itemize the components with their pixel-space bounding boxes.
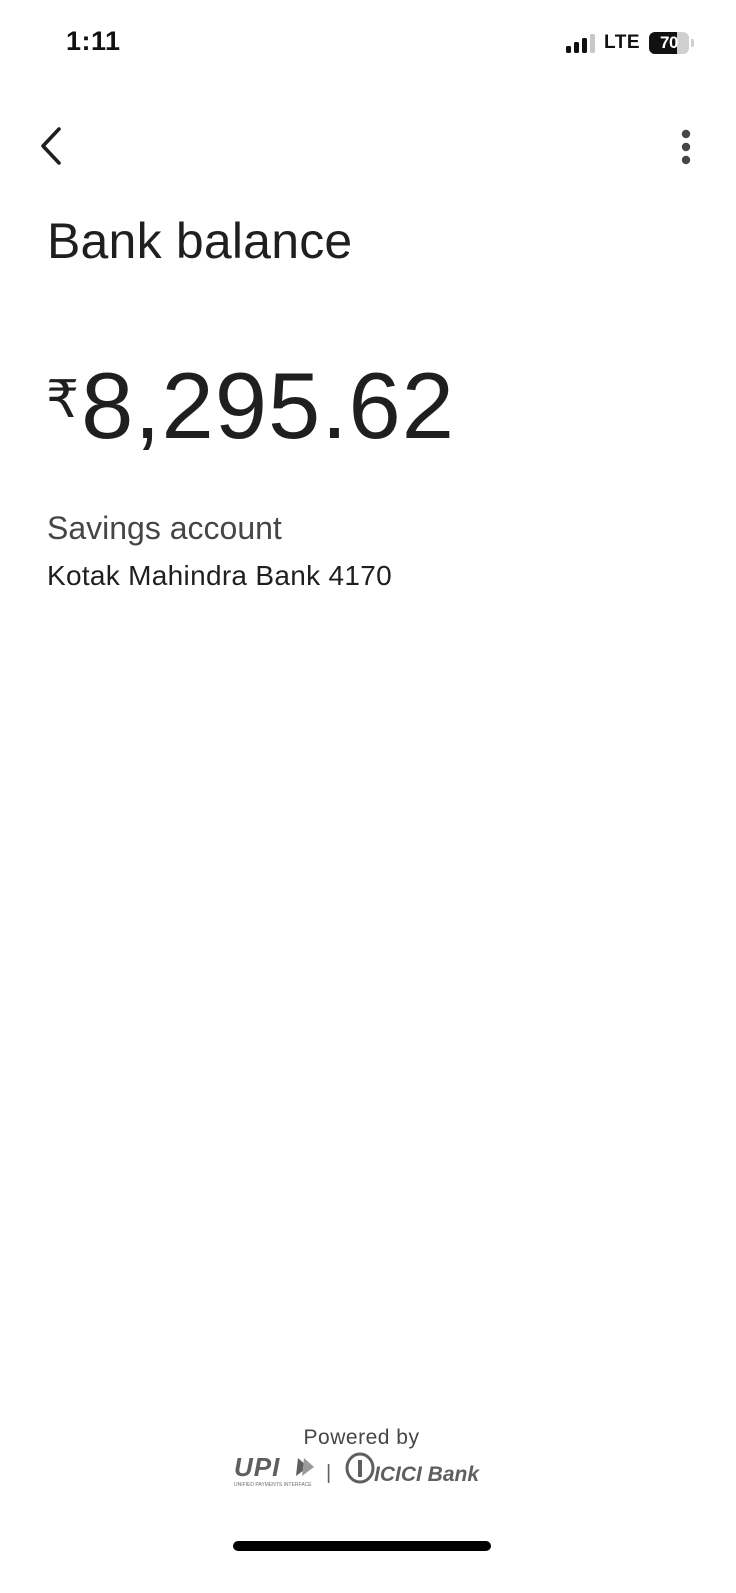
signal-bar: [582, 38, 588, 53]
battery-cap: [691, 39, 694, 47]
balance-display: ₹ 8,295.62: [46, 356, 455, 456]
battery-icon: 70: [649, 32, 689, 54]
signal-strength-icon: [566, 33, 596, 53]
signal-bar: [574, 42, 580, 53]
status-time: 1:11: [66, 26, 121, 56]
page-title: Bank balance: [47, 213, 353, 269]
signal-bar: [590, 34, 596, 53]
logo-separator: |: [326, 1462, 331, 1484]
back-button[interactable]: [26, 120, 78, 172]
icici-bank-logo: ICICI Bank: [345, 1452, 480, 1486]
icici-bank-text: ICICI Bank: [374, 1463, 480, 1486]
balance-amount: 8,295.62: [81, 353, 455, 458]
battery-level: 70: [660, 33, 678, 52]
powered-by-label: Powered by: [303, 1426, 420, 1449]
more-options-button[interactable]: [666, 122, 706, 172]
partner-logos: UPI UNIFIED PAYMENTS INTERFACE | ICICI B…: [234, 1452, 480, 1488]
upi-arrow-icon: [302, 1458, 314, 1476]
network-type: LTE: [604, 32, 640, 53]
upi-logo: UPI UNIFIED PAYMENTS INTERFACE: [234, 1452, 314, 1488]
account-type: Savings account: [47, 510, 282, 546]
status-indicators: LTE 70: [566, 30, 694, 56]
more-vertical-icon: [681, 129, 691, 165]
chevron-left-icon: [41, 127, 61, 165]
upi-logo-text: UPI: [234, 1452, 280, 1482]
signal-bar: [566, 46, 572, 53]
currency-symbol: ₹: [46, 371, 80, 429]
home-indicator[interactable]: [233, 1541, 491, 1551]
account-bank-name: Kotak Mahindra Bank 4170: [47, 560, 392, 591]
upi-tagline: UNIFIED PAYMENTS INTERFACE: [234, 1482, 312, 1488]
